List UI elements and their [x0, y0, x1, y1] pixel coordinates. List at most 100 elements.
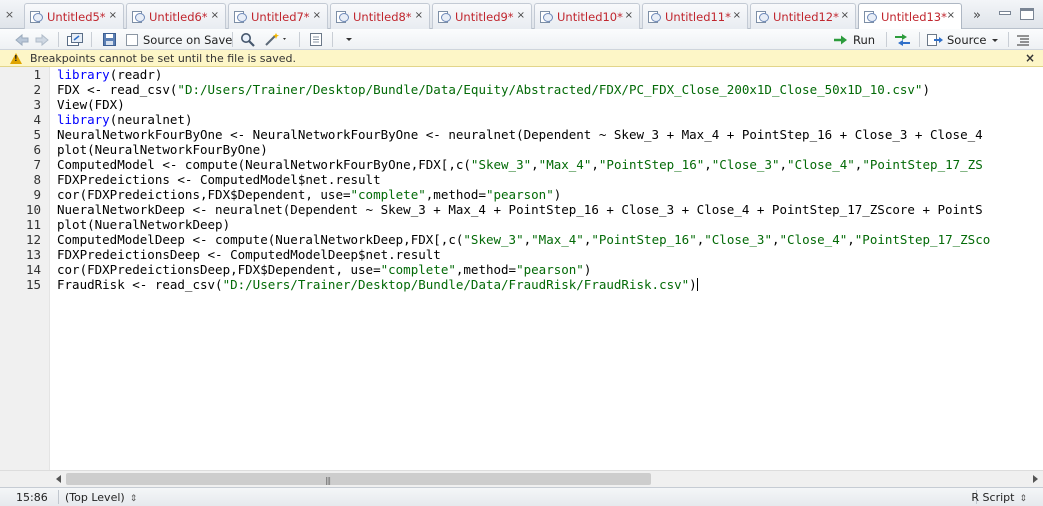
close-tab-icon[interactable]: ×	[625, 10, 633, 21]
line-number: 8	[33, 172, 41, 187]
code-line[interactable]: FDXPredeictions <- ComputedModel$net.res…	[57, 172, 1043, 187]
code-line[interactable]: View(FDX)	[57, 97, 1043, 112]
code-line[interactable]: plot(NueralNetworkDeep)	[57, 217, 1043, 232]
line-number: 15	[25, 277, 41, 292]
tab-label: Untitled6*	[149, 9, 208, 24]
line-number: 11	[25, 217, 41, 232]
code-line[interactable]: ComputedModel <- compute(NeuralNetworkFo…	[57, 157, 1043, 172]
document-outline-icon[interactable]	[1015, 31, 1031, 48]
close-tab-icon[interactable]: ×	[313, 10, 321, 21]
code-line[interactable]: ComputedModelDeep <- compute(NueralNetwo…	[57, 232, 1043, 247]
scrollbar-thumb[interactable]: |||	[66, 473, 651, 485]
line-number: 7	[33, 157, 41, 172]
warning-text: Breakpoints cannot be set until the file…	[30, 52, 296, 65]
editor-tab[interactable]: Untitled11* ×	[642, 3, 748, 29]
editor-tab[interactable]: Untitled5* ×	[24, 3, 124, 29]
code-line[interactable]: FDXPredeictionsDeep <- ComputedModelDeep…	[57, 247, 1043, 262]
tab-label: Untitled7*	[251, 9, 310, 24]
source-button[interactable]: Source	[926, 31, 1001, 48]
minimize-pane-icon[interactable]	[999, 11, 1011, 15]
code-line[interactable]: library(neuralnet)	[57, 112, 1043, 127]
line-number: 2	[33, 82, 41, 97]
language-selector[interactable]: R Script ⇕	[971, 491, 1027, 504]
code-line[interactable]: plot(NeuralNetworkFourByOne)	[57, 142, 1043, 157]
line-number: 5	[33, 127, 41, 142]
code-line[interactable]: FraudRisk <- read_csv("D:/Users/Trainer/…	[57, 277, 1043, 292]
tab-overflow-icon[interactable]: »	[973, 8, 981, 23]
r-script-file-icon	[647, 10, 661, 24]
scrollbar-corner	[0, 470, 51, 487]
line-number: 1	[33, 67, 41, 82]
code-line[interactable]: cor(FDXPredeictionsDeep,FDX$Dependent, u…	[57, 262, 1043, 277]
cursor-position: 15:86	[16, 491, 48, 504]
horizontal-scrollbar[interactable]: |||	[51, 470, 1043, 487]
editor-toolbar: Source on Save Run Source	[0, 29, 1043, 50]
tab-label: Untitled11*	[665, 9, 731, 24]
code-tools-wand-icon[interactable]	[264, 31, 288, 48]
editor-tab[interactable]: Untitled8* ×	[330, 3, 430, 29]
editor-tab[interactable]: Untitled13* ×	[858, 3, 962, 30]
compile-report-icon[interactable]	[308, 31, 324, 48]
back-arrow-icon[interactable]	[14, 31, 30, 48]
code-editor[interactable]: 1 2 3 4 5 6 7 8 9 10 11 12 13 14 15 library(readr) FDX …	[0, 67, 1043, 470]
source-icon	[927, 33, 943, 46]
options-dropdown-icon[interactable]	[344, 31, 354, 48]
scope-selector[interactable]: (Top Level) ⇕	[65, 491, 137, 504]
editor-tab[interactable]: Untitled6* ×	[126, 3, 226, 29]
code-line[interactable]: NeuralNetworkFourByOne <- NeuralNetworkF…	[57, 127, 1043, 142]
close-warning-icon[interactable]: ×	[1025, 51, 1035, 65]
line-number: 4	[33, 112, 41, 127]
close-tab-icon[interactable]: ×	[415, 10, 423, 21]
code-line[interactable]: library(readr)	[57, 67, 1043, 82]
line-number: 3	[33, 97, 41, 112]
maximize-pane-icon[interactable]	[1020, 8, 1034, 20]
code-line[interactable]: cor(FDXPredeictions,FDX$Dependent, use="…	[57, 187, 1043, 202]
scroll-left-icon[interactable]	[56, 475, 61, 483]
editor-tab[interactable]: Untitled9* ×	[432, 3, 532, 29]
scope-label: (Top Level)	[65, 491, 125, 504]
line-number: 13	[25, 247, 41, 262]
source-on-save-checkbox[interactable]: Source on Save	[126, 31, 232, 48]
find-icon[interactable]	[240, 31, 256, 48]
close-tab-icon[interactable]: ×	[947, 10, 955, 21]
save-icon[interactable]	[102, 31, 117, 48]
close-tab-icon[interactable]: ×	[517, 10, 525, 21]
line-number: 14	[25, 262, 41, 277]
close-tab-icon[interactable]: ×	[733, 10, 741, 21]
r-script-file-icon	[539, 10, 553, 24]
scroll-right-icon[interactable]	[1033, 475, 1038, 483]
editor-tab[interactable]: Untitled7* ×	[228, 3, 328, 29]
run-button[interactable]: Run	[832, 31, 875, 48]
editor-tab[interactable]: Untitled12* ×	[750, 3, 856, 29]
scrollbar-grip-icon: |||	[325, 476, 331, 485]
line-number: 9	[33, 187, 41, 202]
close-all-icon[interactable]: ×	[4, 9, 15, 20]
run-icon	[834, 35, 847, 44]
show-in-window-icon[interactable]	[66, 31, 84, 48]
forward-arrow-icon[interactable]	[34, 31, 50, 48]
r-script-file-icon	[29, 10, 43, 24]
code-line[interactable]: NueralNetworkDeep <- neuralnet(Dependent…	[57, 202, 1043, 217]
close-tab-icon[interactable]: ×	[109, 10, 117, 21]
source-dropdown-icon	[991, 38, 998, 42]
rerun-icon[interactable]	[892, 31, 914, 48]
r-script-file-icon	[755, 10, 769, 24]
checkbox-box[interactable]	[126, 33, 138, 46]
editor-tab[interactable]: Untitled10* ×	[534, 3, 640, 29]
code-line[interactable]: FDX <- read_csv("D:/Users/Trainer/Deskto…	[57, 82, 1043, 97]
source-label: Source	[947, 32, 987, 47]
code-area[interactable]: library(readr) FDX <- read_csv("D:/Users/…	[57, 67, 1043, 470]
scope-caret-icon: ⇕	[129, 494, 138, 504]
line-number: 12	[25, 232, 41, 247]
tab-label: Untitled10*	[557, 9, 623, 24]
warning-mark: !	[14, 54, 18, 63]
run-label: Run	[853, 32, 876, 47]
line-number: 6	[33, 142, 41, 157]
close-tab-icon[interactable]: ×	[211, 10, 219, 21]
r-script-file-icon	[437, 10, 451, 24]
source-on-save-label: Source on Save	[143, 32, 233, 47]
tab-label: Untitled13*	[881, 10, 947, 24]
tab-label: Untitled8*	[353, 9, 412, 24]
close-tab-icon[interactable]: ×	[841, 10, 849, 21]
tab-bar: × Untitled5* × Untitled6* × Untitled7* × Untit…	[0, 0, 1043, 30]
